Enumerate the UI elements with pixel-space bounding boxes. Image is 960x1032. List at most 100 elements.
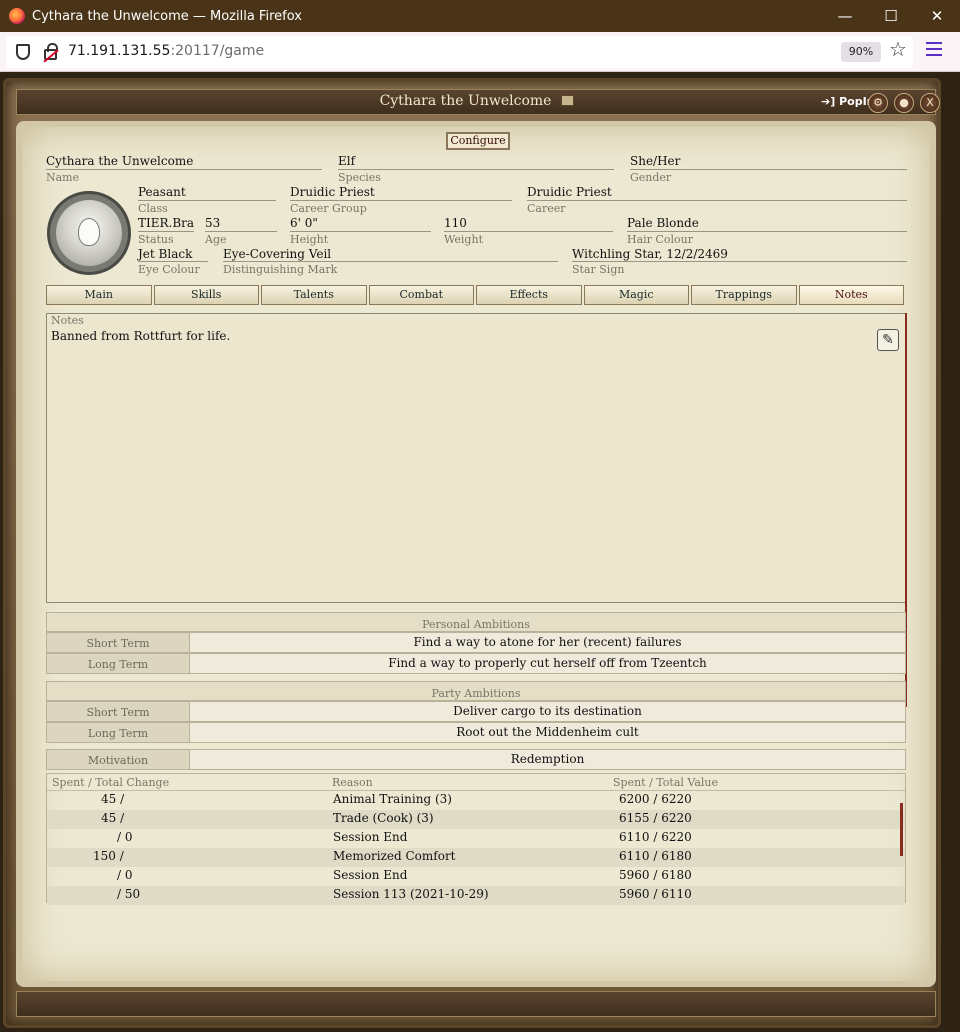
class-label: Class (138, 202, 168, 215)
xp-value: 5960 / 6180 (619, 868, 692, 882)
personal-long-term-row: Long Term Find a way to properly cut her… (46, 653, 906, 674)
url-path: :20117/game (170, 43, 265, 59)
xp-row[interactable]: / 50 Session 113 (2021-10-29) 5960 / 611… (47, 886, 905, 905)
tab-effects[interactable]: Effects (476, 285, 582, 305)
weight-underline (444, 231, 613, 232)
party-short-term-input[interactable]: Deliver cargo to its destination (190, 701, 906, 722)
name-label: Name (46, 171, 80, 184)
game-canvas: Cythara the Unwelcome ➔] PopIn! ⚙ ● X Co… (0, 72, 960, 1032)
tab-trappings[interactable]: Trappings (691, 285, 797, 305)
hamburger-menu-icon[interactable] (926, 42, 942, 56)
xp-row[interactable]: 45 / Animal Training (3) 6200 / 6220 (47, 791, 905, 810)
notes-text[interactable]: Banned from Rottfurt for life. (51, 329, 230, 343)
class-underline (138, 200, 276, 201)
hair-colour-field[interactable]: Pale Blonde (627, 216, 699, 230)
character-portrait[interactable] (47, 191, 131, 275)
window-title: Cythara the Unwelcome — Mozilla Firefox (32, 8, 302, 24)
status-field[interactable]: TIER.Bra (138, 216, 194, 230)
star-sign-field[interactable]: Witchling Star, 12/2/2469 (572, 247, 728, 261)
configure-button[interactable]: Configure (446, 132, 510, 150)
party-long-term-input[interactable]: Root out the Middenheim cult (190, 722, 906, 743)
journal-icon[interactable] (561, 95, 575, 106)
sheet-title: Cythara the Unwelcome (379, 93, 552, 109)
personal-short-term-label: Short Term (46, 632, 190, 653)
distinguishing-mark-field[interactable]: Eye-Covering Veil (223, 247, 331, 261)
xp-value: 5960 / 6110 (619, 887, 692, 901)
age-label: Age (205, 233, 227, 246)
gender-field[interactable]: She/Her (630, 154, 680, 168)
close-window-button[interactable]: ✕ (914, 0, 960, 32)
experience-log-table: Spent / Total Change Reason Spent / Tota… (46, 773, 906, 905)
star-sign-label: Star Sign (572, 263, 625, 276)
career-field[interactable]: Druidic Priest (527, 185, 612, 199)
close-sheet-button[interactable]: X (920, 93, 940, 113)
url-text[interactable]: 71.191.131.55:20117/game (68, 43, 264, 59)
xp-change: / 50 (117, 887, 141, 901)
xp-log-scrollbar[interactable] (900, 803, 903, 856)
settings-gear-icon[interactable]: ⚙ (868, 93, 888, 113)
xp-row[interactable]: 45 / Trade (Cook) (3) 6155 / 6220 (47, 810, 905, 829)
career-group-underline (290, 200, 512, 201)
class-field[interactable]: Peasant (138, 185, 186, 199)
xp-change: 45 / (101, 792, 125, 806)
age-field[interactable]: 53 (205, 216, 220, 230)
height-label: Height (290, 233, 329, 246)
tab-notes[interactable]: Notes (798, 285, 904, 305)
tab-skills[interactable]: Skills (153, 285, 259, 305)
personal-short-term-input[interactable]: Find a way to atone for her (recent) fai… (190, 632, 906, 653)
personal-long-term-input[interactable]: Find a way to properly cut herself off f… (190, 653, 906, 674)
notes-panel: Notes Banned from Rottfurt for life. ✎ (46, 313, 906, 603)
species-underline (338, 169, 614, 170)
eye-colour-underline (138, 261, 208, 262)
xp-header-reason: Reason (332, 776, 373, 789)
xp-value: 6110 / 6180 (619, 849, 692, 863)
name-field[interactable]: Cythara the Unwelcome (46, 154, 193, 168)
distinguishing-mark-underline (223, 261, 558, 262)
maximize-button[interactable]: ☐ (868, 0, 914, 32)
sheet-body: Configure Cythara the Unwelcome Name Elf… (16, 121, 936, 987)
xp-reason: Session End (333, 830, 408, 844)
tab-main[interactable]: Main (46, 285, 152, 305)
career-group-field[interactable]: Druidic Priest (290, 185, 375, 199)
xp-header-value: Spent / Total Value (613, 776, 718, 789)
species-field[interactable]: Elf (338, 154, 355, 168)
character-sheet-window: Cythara the Unwelcome ➔] PopIn! ⚙ ● X Co… (3, 78, 941, 1028)
eye-colour-field[interactable]: Jet Black (138, 247, 192, 261)
url-host: 71.191.131.55 (68, 43, 171, 59)
sheet-tabs: Main Skills Talents Combat Effects Magic… (46, 285, 906, 305)
firefox-logo-icon (9, 8, 25, 24)
weight-field[interactable]: 110 (444, 216, 467, 230)
xp-change: / 0 (117, 868, 133, 882)
tab-combat[interactable]: Combat (368, 285, 474, 305)
portrait-face (78, 218, 100, 246)
xp-row[interactable]: 150 / Memorized Comfort 6110 / 6180 (47, 848, 905, 867)
minimize-button[interactable]: — (822, 0, 868, 32)
xp-row[interactable]: / 0 Session End 6110 / 6220 (47, 829, 905, 848)
bookmark-star-icon[interactable]: ☆ (889, 37, 907, 61)
sheet-titlebar[interactable]: Cythara the Unwelcome ➔] PopIn! ⚙ ● X (16, 89, 940, 115)
insecure-lock-icon[interactable] (44, 43, 58, 60)
shield-icon[interactable] (16, 44, 30, 60)
address-bar[interactable]: 71.191.131.55:20117/game 90% ☆ (6, 36, 913, 68)
xp-row[interactable]: / 0 Session End 5960 / 6180 (47, 867, 905, 886)
party-long-term-label: Long Term (46, 722, 190, 743)
navigation-toolbar: 71.191.131.55:20117/game 90% ☆ (0, 32, 960, 72)
party-short-term-row: Short Term Deliver cargo to its destinat… (46, 701, 906, 722)
eye-colour-label: Eye Colour (138, 263, 200, 276)
weight-label: Weight (444, 233, 483, 246)
user-icon[interactable]: ● (894, 93, 914, 113)
edit-notes-icon[interactable]: ✎ (877, 329, 899, 351)
xp-reason: Session 113 (2021-10-29) (333, 887, 489, 901)
gender-underline (630, 169, 907, 170)
xp-change: 45 / (101, 811, 125, 825)
zoom-level-button[interactable]: 90% (841, 42, 881, 62)
motivation-input[interactable]: Redemption (190, 749, 906, 770)
career-group-label: Career Group (290, 202, 367, 215)
xp-value: 6155 / 6220 (619, 811, 692, 825)
xp-change: 150 / (93, 849, 124, 863)
tab-magic[interactable]: Magic (583, 285, 689, 305)
xp-reason: Animal Training (3) (333, 792, 452, 806)
height-field[interactable]: 6' 0" (290, 216, 318, 230)
tab-talents[interactable]: Talents (261, 285, 367, 305)
hair-colour-label: Hair Colour (627, 233, 693, 246)
